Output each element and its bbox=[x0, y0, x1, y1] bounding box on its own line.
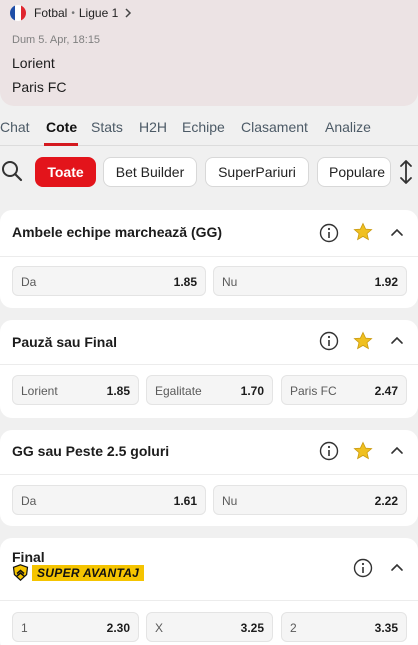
chevron-up-icon[interactable] bbox=[389, 225, 405, 241]
chevron-up-icon[interactable] bbox=[389, 333, 405, 349]
odd-button[interactable]: Nu 1.92 bbox=[213, 266, 407, 296]
odd-label: Da bbox=[21, 275, 37, 289]
divider bbox=[0, 256, 418, 257]
star-icon[interactable] bbox=[353, 331, 373, 351]
odd-label: X bbox=[155, 621, 164, 635]
tab-stats[interactable]: Stats bbox=[91, 119, 123, 135]
away-team: Paris FC bbox=[12, 79, 67, 95]
odd-value: 1.85 bbox=[173, 275, 197, 289]
tab-cote[interactable]: Cote bbox=[46, 119, 77, 135]
star-icon[interactable] bbox=[353, 441, 373, 461]
market-card: GG sau Peste 2.5 goluri Da 1.61 Nu 2.22 bbox=[0, 430, 418, 526]
market-title: Pauză sau Final bbox=[12, 334, 118, 350]
odd-button[interactable]: Da 1.61 bbox=[12, 485, 206, 515]
odd-value: 1.92 bbox=[374, 275, 398, 289]
market-card: Pauză sau Final Lorient 1.85 Egalitate 1… bbox=[0, 320, 418, 418]
search-icon[interactable] bbox=[0, 159, 24, 183]
odd-label: Da bbox=[21, 494, 37, 508]
odd-label: Lorient bbox=[21, 384, 58, 398]
star-icon[interactable] bbox=[353, 222, 373, 242]
odd-value: 1.70 bbox=[240, 384, 264, 398]
odd-label: 1 bbox=[21, 621, 28, 635]
event-datetime: Dum 5. Apr, 18:15 bbox=[12, 34, 101, 46]
odd-label: Paris FC bbox=[290, 384, 337, 398]
france-flag-icon bbox=[10, 5, 26, 21]
odd-value: 3.35 bbox=[374, 621, 398, 635]
home-team: Lorient bbox=[12, 55, 55, 71]
odd-value: 2.30 bbox=[106, 621, 130, 635]
odd-button[interactable]: Egalitate 1.70 bbox=[146, 375, 273, 405]
odd-value: 2.47 bbox=[374, 384, 398, 398]
info-icon[interactable] bbox=[319, 441, 339, 461]
odd-button[interactable]: 1 2.30 bbox=[12, 612, 139, 642]
chevron-up-icon[interactable] bbox=[389, 443, 405, 459]
odd-value: 2.22 bbox=[374, 494, 398, 508]
info-icon[interactable] bbox=[319, 331, 339, 351]
sort-icon[interactable] bbox=[396, 159, 416, 185]
market-card: Ambele echipe marchează (GG) Da 1.85 Nu … bbox=[0, 210, 418, 308]
tab-h2h[interactable]: H2H bbox=[139, 119, 167, 135]
odd-button[interactable]: Paris FC 2.47 bbox=[281, 375, 407, 405]
odd-button[interactable]: Lorient 1.85 bbox=[12, 375, 139, 405]
tab-analize[interactable]: Analize bbox=[325, 119, 371, 135]
market-title: GG sau Peste 2.5 goluri bbox=[12, 443, 170, 459]
shield-icon bbox=[12, 564, 29, 582]
odd-label: Egalitate bbox=[155, 384, 202, 398]
breadcrumb-separator: • bbox=[71, 7, 75, 19]
filter-toate[interactable]: Toate bbox=[35, 157, 96, 187]
odd-button[interactable]: Da 1.85 bbox=[12, 266, 206, 296]
tab-clasament[interactable]: Clasament bbox=[241, 119, 308, 135]
market-filters: Toate Bet Builder SuperPariuri Populare bbox=[0, 154, 418, 190]
tab-echipe[interactable]: Echipe bbox=[182, 119, 225, 135]
market-card: Final SUPER AVANTAJ 1 2.30 X 3.25 2 3.35 bbox=[0, 538, 418, 645]
divider bbox=[0, 364, 418, 365]
market-title: Final bbox=[12, 549, 45, 565]
odd-label: Nu bbox=[222, 275, 238, 289]
filter-superpariuri[interactable]: SuperPariuri bbox=[205, 157, 309, 187]
filter-bet-builder[interactable]: Bet Builder bbox=[103, 157, 197, 187]
market-title: Ambele echipe marchează (GG) bbox=[12, 224, 223, 240]
info-icon[interactable] bbox=[319, 223, 339, 243]
super-avantaj-badge: SUPER AVANTAJ bbox=[12, 564, 145, 582]
filter-populare[interactable]: Populare bbox=[317, 157, 391, 187]
info-icon[interactable] bbox=[353, 558, 373, 578]
super-avantaj-label: SUPER AVANTAJ bbox=[32, 564, 145, 581]
odd-label: Nu bbox=[222, 494, 238, 508]
odd-button[interactable]: 2 3.35 bbox=[281, 612, 407, 642]
divider bbox=[0, 474, 418, 475]
active-tab-indicator bbox=[44, 143, 78, 146]
event-header: Fotbal • Ligue 1 Dum 5. Apr, 18:15 Lorie… bbox=[0, 0, 418, 106]
odd-button[interactable]: Nu 2.22 bbox=[213, 485, 407, 515]
breadcrumb[interactable]: Fotbal • Ligue 1 bbox=[10, 4, 132, 22]
breadcrumb-league: Ligue 1 bbox=[78, 6, 119, 20]
event-tabs: Chat Cote Stats H2H Echipe Clasament Ana… bbox=[0, 112, 418, 146]
odd-value: 1.61 bbox=[173, 494, 197, 508]
divider bbox=[0, 600, 418, 601]
odd-button[interactable]: X 3.25 bbox=[146, 612, 273, 642]
odd-value: 1.85 bbox=[106, 384, 130, 398]
odd-value: 3.25 bbox=[240, 621, 264, 635]
breadcrumb-sport: Fotbal bbox=[34, 6, 68, 20]
chevron-up-icon[interactable] bbox=[389, 560, 405, 576]
odd-label: 2 bbox=[290, 621, 297, 635]
tab-chat[interactable]: Chat bbox=[0, 119, 30, 135]
chevron-right-icon bbox=[124, 6, 132, 21]
